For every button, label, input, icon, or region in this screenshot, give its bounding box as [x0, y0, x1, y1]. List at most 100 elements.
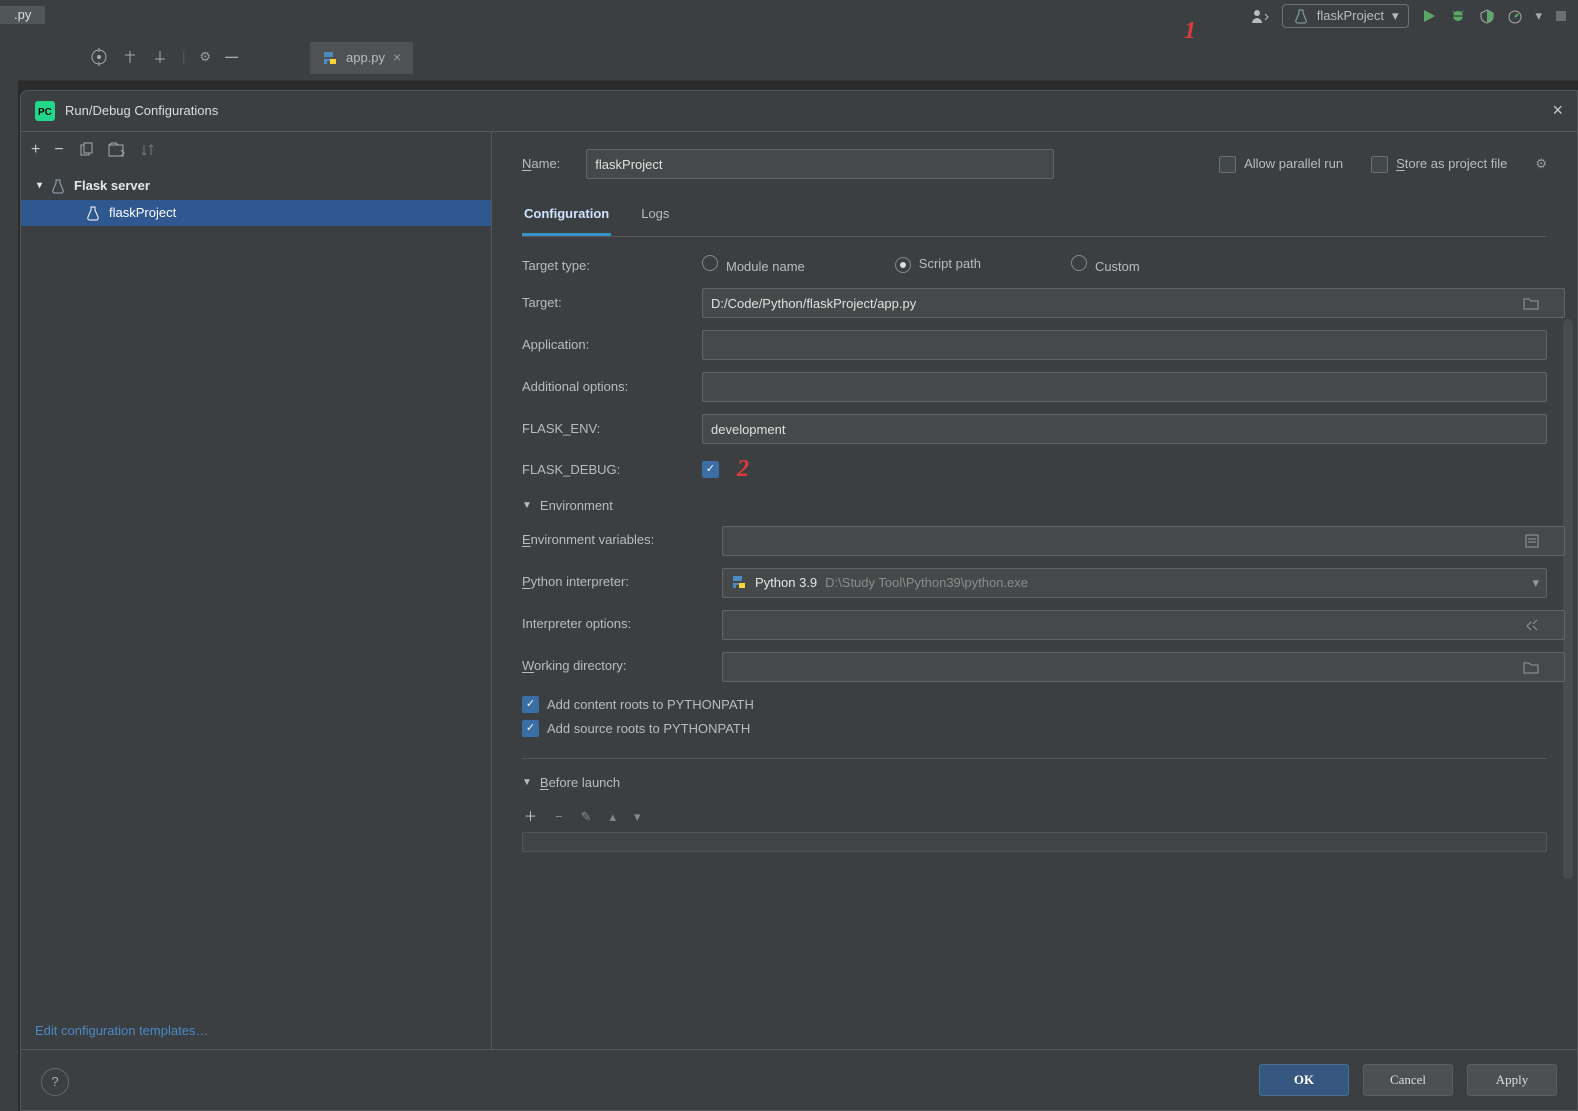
expand-icon[interactable] [122, 49, 138, 65]
tab-logs[interactable]: Logs [639, 197, 671, 236]
tree-item-flaskproject[interactable]: flaskProject [21, 200, 491, 226]
allow-parallel-label: Allow parallel run [1244, 155, 1343, 173]
collapse-icon[interactable] [152, 49, 168, 65]
tree-group-flask[interactable]: ▾ Flask server [21, 173, 491, 199]
stop-button [1554, 9, 1568, 23]
radio-custom[interactable]: Custom [1071, 255, 1140, 276]
save-template-icon[interactable] [108, 142, 126, 158]
run-button[interactable] [1421, 8, 1437, 24]
remove-button[interactable]: − [54, 139, 63, 161]
add-content-roots-label: Add content roots to PYTHONPATH [547, 696, 754, 714]
run-config-selector[interactable]: flaskProject ▾ [1282, 4, 1410, 28]
debug-button[interactable] [1449, 8, 1467, 24]
interpreter-label: Python interpreter: [522, 573, 722, 591]
add-button[interactable]: ＋ [524, 808, 537, 826]
help-button[interactable]: ? [41, 1068, 69, 1096]
edit-icon: ✎ [581, 808, 592, 826]
flask-icon [1293, 8, 1309, 24]
store-as-file-checkbox[interactable]: Store as project file [1371, 155, 1507, 173]
apply-button[interactable]: Apply [1467, 1064, 1557, 1096]
svg-text:PC: PC [38, 107, 52, 118]
coverage-icon[interactable] [1479, 8, 1495, 24]
radio-module-name[interactable]: Module name [702, 255, 805, 276]
editor-tab[interactable]: app.py × [310, 42, 413, 74]
target-type-label: Target type: [522, 257, 702, 275]
sort-icon[interactable] [140, 142, 158, 158]
pycharm-icon: PC [35, 101, 55, 121]
store-as-file-label: Store as project file [1396, 155, 1507, 173]
annotation-1: 1 [1184, 18, 1196, 45]
tab-configuration[interactable]: Configuration [522, 197, 611, 236]
folder-icon[interactable] [1523, 660, 1539, 674]
profiler-icon[interactable] [1507, 8, 1523, 24]
target-icon[interactable] [90, 48, 108, 66]
cancel-button[interactable]: Cancel [1363, 1064, 1453, 1096]
minimize-icon[interactable]: — [225, 48, 238, 66]
add-source-roots-checkbox[interactable]: Add source roots to PYTHONPATH [522, 720, 1547, 738]
additional-options-label: Additional options: [522, 378, 702, 396]
interpreter-path: D:\Study Tool\Python39\python.exe [825, 575, 1028, 590]
move-down-icon: ▾ [634, 808, 641, 826]
active-file-tab[interactable]: .py [0, 6, 45, 24]
gear-icon[interactable]: ⚙ [199, 48, 211, 66]
radio-script-path[interactable]: Script path [895, 255, 981, 276]
run-config-label: flaskProject [1317, 7, 1384, 25]
left-gutter [0, 80, 18, 1111]
scrollbar[interactable] [1563, 319, 1573, 879]
name-input[interactable] [586, 149, 1054, 179]
before-launch-label: Before launch [540, 774, 620, 792]
add-content-roots-checkbox[interactable]: Add content roots to PYTHONPATH [522, 696, 1547, 714]
flask-icon [85, 205, 101, 221]
config-tabs: Configuration Logs [522, 197, 1547, 237]
interpreter-options-input[interactable] [722, 610, 1565, 640]
close-icon[interactable]: × [393, 48, 401, 68]
working-directory-label: Working directory: [522, 657, 722, 675]
python-icon [322, 50, 338, 66]
application-label: Application: [522, 336, 702, 354]
chevron-down-icon[interactable]: ▾ [1535, 7, 1542, 25]
flask-debug-checkbox[interactable] [702, 461, 719, 478]
editor-tab-label: app.py [346, 49, 385, 67]
flask-debug-label: FLASK_DEBUG: [522, 461, 702, 479]
environment-section[interactable]: ▼ Environment [522, 497, 1547, 515]
add-source-roots-label: Add source roots to PYTHONPATH [547, 720, 750, 738]
interpreter-options-label: Interpreter options: [522, 615, 722, 633]
environment-section-label: Environment [540, 497, 613, 515]
expand-icon[interactable] [1525, 618, 1539, 632]
chevron-down-icon[interactable]: ▾ [1532, 573, 1539, 591]
chevron-down-icon: ▾ [37, 179, 42, 193]
application-input[interactable] [702, 330, 1547, 360]
close-icon[interactable]: × [1552, 98, 1563, 123]
tree-group-label: Flask server [74, 177, 150, 195]
flask-env-label: FLASK_ENV: [522, 420, 702, 438]
gear-icon[interactable]: ⚙ [1535, 155, 1547, 173]
interpreter-select[interactable]: Python 3.9 D:\Study Tool\Python39\python… [722, 568, 1547, 598]
remove-button: − [555, 808, 563, 826]
before-launch-section[interactable]: ▼ Before launch [522, 774, 1547, 792]
interpreter-name: Python 3.9 [755, 575, 817, 590]
edit-templates-link[interactable]: Edit configuration templates… [21, 1012, 491, 1050]
chevron-down-icon: ▾ [1392, 7, 1399, 25]
user-icon[interactable] [1250, 8, 1270, 24]
allow-parallel-checkbox[interactable]: Allow parallel run [1219, 155, 1343, 173]
tree-item-label: flaskProject [109, 204, 176, 222]
run-debug-configurations-dialog: PC Run/Debug Configurations × + − ▾ Flas… [20, 90, 1578, 1111]
chevron-down-icon: ▼ [522, 499, 532, 513]
target-input[interactable] [702, 288, 1565, 318]
additional-options-input[interactable] [702, 372, 1547, 402]
chevron-down-icon: ▼ [522, 776, 532, 790]
flask-icon [50, 178, 66, 194]
env-vars-input[interactable] [722, 526, 1565, 556]
dialog-title: Run/Debug Configurations [65, 102, 218, 120]
ok-button[interactable]: OK [1259, 1064, 1349, 1096]
python-icon [731, 575, 747, 591]
add-button[interactable]: + [31, 139, 40, 161]
target-label: Target: [522, 294, 702, 312]
name-label: Name: [522, 155, 560, 173]
flask-env-input[interactable] [702, 414, 1547, 444]
working-directory-input[interactable] [722, 652, 1565, 682]
copy-icon[interactable] [78, 142, 94, 158]
folder-icon[interactable] [1523, 296, 1539, 310]
move-up-icon: ▴ [610, 808, 617, 826]
list-icon[interactable] [1525, 534, 1539, 548]
